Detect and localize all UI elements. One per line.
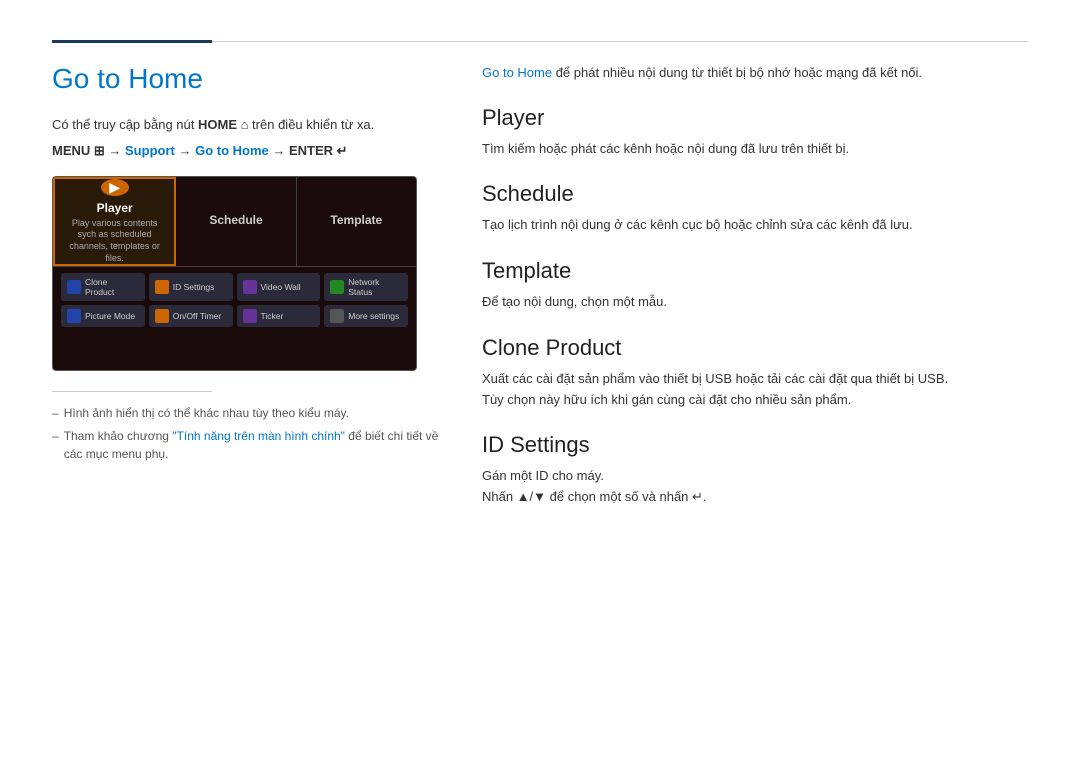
tv-btn-more: More settings [324, 305, 408, 327]
right-intro: Go to Home để phát nhiều nội dung từ thi… [482, 63, 1028, 83]
section-schedule-text: Tạo lịch trình nội dung ở các kênh cục b… [482, 215, 1028, 236]
section-template-title: Template [482, 258, 1028, 284]
tv-btn-videowall: Video Wall [237, 273, 321, 301]
footnote-1: Hình ảnh hiển thị có thể khác nhau tùy t… [52, 404, 442, 422]
tv-menu-top: ▶ Player Play various contents sych as s… [53, 177, 416, 267]
section-id-title: ID Settings [482, 432, 1028, 458]
tv-template-item: Template [297, 177, 416, 266]
main-layout: Go to Home Có thể truy cập bằng nút HOME… [52, 43, 1028, 530]
tv-btn-timer: On/Off Timer [149, 305, 233, 327]
section-player-title: Player [482, 105, 1028, 131]
tv-schedule-item: Schedule [176, 177, 296, 266]
tv-timer-icon [155, 309, 169, 323]
tv-videowall-label: Video Wall [261, 282, 301, 292]
tv-menu-bottom: Clone Product ID Settings Video Wall Net… [53, 267, 416, 333]
tv-bottom-row2: Picture Mode On/Off Timer Ticker More se… [61, 305, 408, 327]
tv-player-label: Player [97, 201, 133, 215]
tv-more-icon [330, 309, 344, 323]
top-rule-line [212, 41, 1028, 42]
tv-btn-picture: Picture Mode [61, 305, 145, 327]
tv-player-icon: ▶ [101, 179, 129, 196]
footnote-2: Tham khảo chương "Tính năng trên màn hìn… [52, 427, 442, 463]
tv-clone-label: Clone Product [85, 277, 139, 297]
section-template: Template Để tạo nội dung, chọn một mẫu. [482, 258, 1028, 313]
footnote-link[interactable]: "Tính năng trên màn hình chính" [172, 429, 345, 443]
tv-clone-icon [67, 280, 81, 294]
tv-picture-label: Picture Mode [85, 311, 135, 321]
right-column: Go to Home để phát nhiều nội dung từ thi… [482, 43, 1028, 530]
separator-line [52, 391, 212, 392]
tv-player-item: ▶ Player Play various contents sych as s… [53, 177, 176, 266]
tv-ticker-label: Ticker [261, 311, 284, 321]
section-id-settings: ID Settings Gán một ID cho máy. Nhấn ▲/▼… [482, 432, 1028, 508]
section-player-text: Tìm kiếm hoặc phát các kênh hoặc nội dun… [482, 139, 1028, 160]
tv-btn-ticker: Ticker [237, 305, 321, 327]
tv-player-desc: Play various contents sych as scheduled … [63, 218, 166, 265]
tv-bottom-row1: Clone Product ID Settings Video Wall Net… [61, 273, 408, 301]
page-title: Go to Home [52, 63, 442, 95]
section-id-text1: Gán một ID cho máy. [482, 466, 1028, 487]
tv-btn-clone: Clone Product [61, 273, 145, 301]
tv-network-icon [330, 280, 344, 294]
tv-screen-image: ▶ Player Play various contents sych as s… [52, 176, 417, 371]
tv-ticker-icon [243, 309, 257, 323]
section-template-text: Để tạo nội dung, chọn một mẫu. [482, 292, 1028, 313]
section-clone: Clone Product Xuất các cài đặt sản phẩm … [482, 335, 1028, 411]
tv-more-label: More settings [348, 311, 399, 321]
section-clone-text: Xuất các cài đặt sản phẩm vào thiết bị U… [482, 369, 1028, 411]
section-schedule-title: Schedule [482, 181, 1028, 207]
tv-btn-id: ID Settings [149, 273, 233, 301]
tv-id-icon [155, 280, 169, 294]
menu-path: MENU ⊞ → Support → Go to Home → ENTER ↵ [52, 141, 442, 161]
tv-timer-label: On/Off Timer [173, 311, 222, 321]
intro-text: Có thể truy cập bằng nút HOME ⌂ trên điề… [52, 115, 442, 135]
tv-network-label: Network Status [348, 277, 402, 297]
tv-template-label: Template [330, 213, 382, 227]
top-rule [52, 0, 1028, 43]
left-column: Go to Home Có thể truy cập bằng nút HOME… [52, 43, 442, 530]
tv-picture-icon [67, 309, 81, 323]
right-intro-link[interactable]: Go to Home [482, 65, 552, 80]
tv-videowall-icon [243, 280, 257, 294]
tv-btn-network: Network Status [324, 273, 408, 301]
section-player: Player Tìm kiếm hoặc phát các kênh hoặc … [482, 105, 1028, 160]
tv-id-label: ID Settings [173, 282, 215, 292]
section-schedule: Schedule Tạo lịch trình nội dung ở các k… [482, 181, 1028, 236]
right-intro-text: để phát nhiều nội dung từ thiết bị bộ nh… [552, 65, 922, 80]
section-id-text2: Nhấn ▲/▼ để chọn một số và nhấn ↵. [482, 487, 1028, 508]
tv-schedule-label: Schedule [209, 213, 262, 227]
section-clone-title: Clone Product [482, 335, 1028, 361]
